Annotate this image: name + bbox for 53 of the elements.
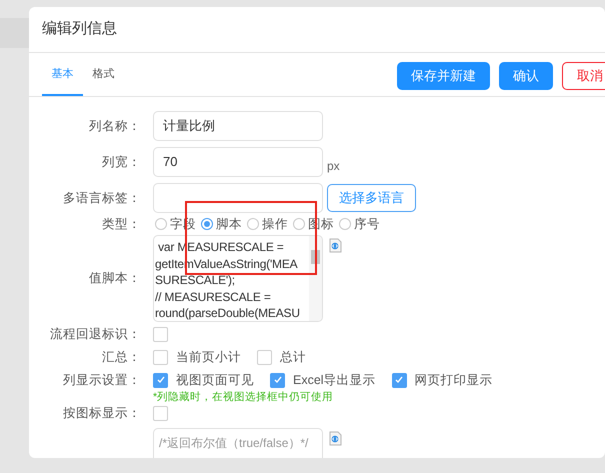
field-label: 按图标显示：: [63, 406, 141, 420]
field-label: 列显示设置：: [63, 373, 141, 387]
checkbox[interactable]: [153, 372, 168, 388]
field-label: 列名称：: [89, 118, 141, 133]
check-icon: [156, 375, 166, 385]
input-field[interactable]: [153, 183, 323, 213]
field-label: 多语言标签：: [63, 190, 141, 205]
code-line: // MEASURESCALE =: [155, 288, 272, 305]
dialog-title: 编辑列信息: [42, 19, 117, 40]
checkbox[interactable]: [270, 372, 285, 388]
option-label: 脚本: [216, 216, 242, 233]
placeholder-text: /*返回布尔值（true/false）*/: [158, 435, 310, 452]
checkbox-label: 网页打印显示: [414, 372, 493, 389]
tab[interactable]: 格式: [83, 54, 124, 96]
code-line: round(parseDouble(MEASU: [155, 305, 301, 321]
checkbox[interactable]: [392, 372, 407, 388]
checkbox[interactable]: [153, 406, 168, 420]
radio-button[interactable]: [293, 218, 305, 230]
checkbox-label: 当前页小计: [176, 348, 241, 366]
field-label: 流程回退标识：: [50, 327, 141, 341]
code-text-area[interactable]: /*返回布尔值（true/false）*/: [153, 428, 323, 458]
field-label: 值脚本：: [89, 271, 141, 286]
radio-button[interactable]: [201, 218, 213, 230]
button[interactable]: 确认: [499, 62, 553, 90]
code-line: SURESCALE');: [155, 272, 236, 288]
button[interactable]: 保存并新建: [397, 62, 490, 90]
radio-button[interactable]: [247, 218, 259, 230]
checkbox[interactable]: [153, 350, 168, 364]
checkbox-label: Excel导出显示: [293, 372, 376, 389]
background-panel: [0, 18, 30, 48]
checkbox[interactable]: [257, 350, 272, 364]
field-label: 汇总：: [102, 350, 141, 364]
checkbox[interactable]: [153, 326, 168, 342]
check-icon: [272, 375, 282, 385]
check-icon: [394, 375, 404, 385]
hint-text: *列隐藏时，在视图选择框中仍可使用: [153, 391, 334, 404]
unit-label: px: [327, 158, 340, 175]
tab[interactable]: 基本: [42, 54, 83, 96]
option-label: 操作: [262, 216, 288, 233]
checkbox-label: 总计: [280, 348, 306, 366]
field-label: 列宽：: [102, 154, 141, 169]
radio-button[interactable]: [155, 218, 167, 230]
button[interactable]: 选择多语言: [327, 184, 416, 212]
checkbox-label: 视图页面可见: [176, 372, 254, 389]
script-editor-icon[interactable]: [328, 431, 343, 446]
field-label: 类型：: [102, 216, 141, 231]
scrollbar[interactable]: [309, 236, 322, 321]
radio-button[interactable]: [339, 218, 351, 230]
script-editor-icon[interactable]: [328, 238, 343, 253]
option-label: 序号: [354, 216, 380, 233]
button[interactable]: 取消: [562, 62, 605, 90]
input-field[interactable]: 70: [153, 147, 323, 177]
input-field[interactable]: 计量比例: [153, 111, 323, 141]
